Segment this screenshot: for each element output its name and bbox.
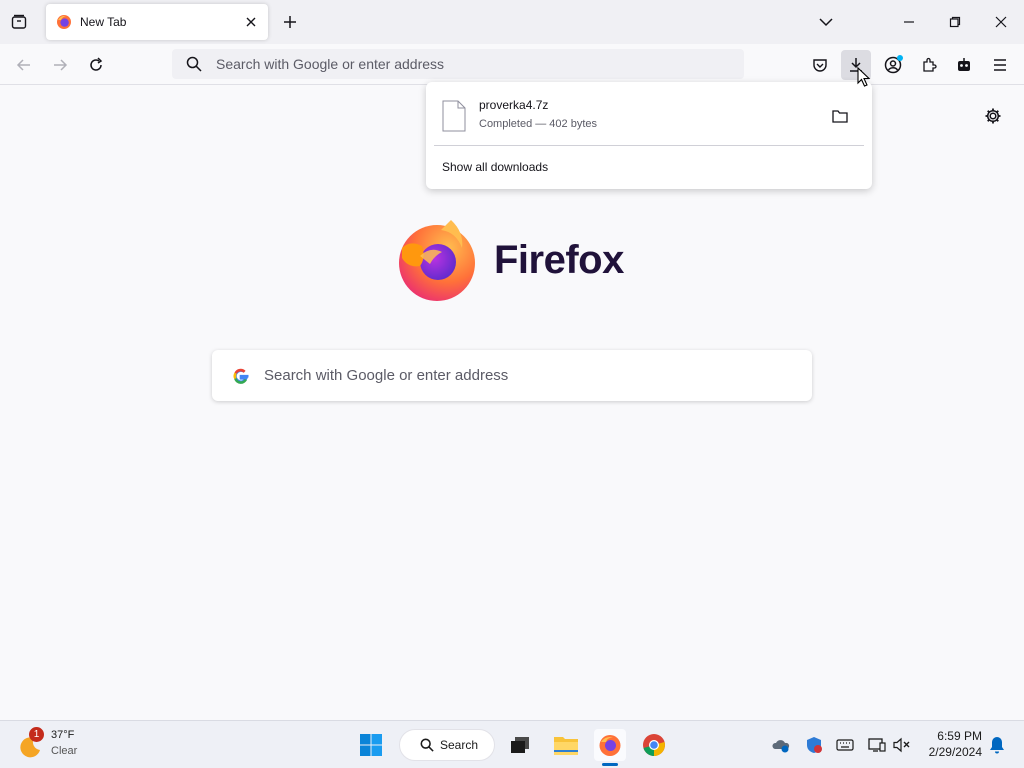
show-all-downloads-button[interactable]: Show all downloads bbox=[442, 160, 548, 174]
chrome-icon[interactable] bbox=[638, 729, 670, 761]
tab-title: New Tab bbox=[80, 15, 127, 29]
search-icon bbox=[186, 56, 202, 72]
display-icon[interactable] bbox=[867, 735, 887, 755]
volume-muted-icon[interactable] bbox=[892, 735, 912, 755]
notification-bell-icon[interactable] bbox=[987, 735, 1007, 755]
account-icon[interactable] bbox=[878, 50, 908, 80]
forward-arrow-icon[interactable] bbox=[47, 52, 73, 78]
firefox-view-icon[interactable] bbox=[8, 11, 30, 33]
firefox-logo-icon bbox=[399, 220, 475, 301]
onedrive-icon[interactable] bbox=[771, 735, 791, 755]
clock-date: 2/29/2024 bbox=[928, 745, 982, 759]
download-item[interactable]: proverka4.7z Completed — 402 bytes bbox=[438, 92, 860, 140]
new-tab-plus-icon[interactable] bbox=[280, 12, 300, 32]
list-all-tabs-chevron-icon[interactable] bbox=[816, 12, 836, 32]
reload-icon[interactable] bbox=[83, 52, 109, 78]
firefox-taskbar-icon[interactable] bbox=[594, 729, 626, 761]
download-status: Completed — 402 bytes bbox=[479, 118, 598, 130]
taskbar-search-label: Search bbox=[440, 738, 479, 752]
divider bbox=[434, 145, 864, 146]
address-bar-placeholder: Search with Google or enter address bbox=[216, 56, 445, 72]
taskbar-search[interactable]: Search bbox=[399, 729, 495, 761]
weather-temperature: 37°F bbox=[51, 729, 75, 741]
minimize-icon[interactable] bbox=[897, 10, 921, 34]
close-tab-icon[interactable] bbox=[242, 13, 260, 31]
close-window-icon[interactable] bbox=[989, 10, 1013, 34]
back-arrow-icon[interactable] bbox=[11, 52, 37, 78]
weather-widget[interactable]: 1 37°F Clear bbox=[16, 727, 96, 763]
weather-alert-badge: 1 bbox=[29, 727, 44, 742]
keyboard-icon[interactable] bbox=[835, 735, 855, 755]
download-filename: proverka4.7z bbox=[479, 98, 549, 112]
windows-security-icon[interactable] bbox=[804, 735, 824, 755]
file-explorer-icon[interactable] bbox=[550, 729, 582, 761]
mouse-pointer-icon bbox=[857, 67, 871, 87]
task-view-icon[interactable] bbox=[504, 729, 536, 761]
robot-extension-icon[interactable] bbox=[949, 50, 979, 80]
clock-time: 6:59 PM bbox=[937, 729, 982, 743]
gear-icon[interactable] bbox=[982, 105, 1004, 127]
hamburger-menu-icon[interactable] bbox=[985, 50, 1015, 80]
file-icon bbox=[442, 100, 466, 132]
firefox-favicon-icon bbox=[57, 15, 71, 29]
tab-strip: New Tab bbox=[0, 0, 1024, 44]
account-notification-dot bbox=[897, 55, 903, 61]
google-g-icon bbox=[233, 368, 249, 384]
pocket-icon[interactable] bbox=[805, 50, 835, 80]
newtab-search-placeholder: Search with Google or enter address bbox=[264, 367, 509, 384]
tab-new-tab[interactable]: New Tab bbox=[46, 4, 268, 40]
weather-condition: Clear bbox=[51, 745, 78, 757]
firefox-wordmark: Firefox bbox=[494, 237, 624, 282]
search-icon bbox=[420, 738, 434, 752]
newtab-search-box[interactable]: Search with Google or enter address bbox=[212, 350, 812, 401]
firefox-brand: Firefox bbox=[396, 218, 624, 302]
windows-start-icon[interactable] bbox=[355, 729, 387, 761]
folder-icon[interactable] bbox=[828, 104, 852, 128]
address-bar[interactable]: Search with Google or enter address bbox=[172, 49, 744, 79]
system-clock[interactable]: 6:59 PM 2/29/2024 bbox=[918, 729, 982, 759]
downloads-panel: proverka4.7z Completed — 402 bytes Show … bbox=[426, 82, 872, 189]
extensions-icon[interactable] bbox=[914, 50, 944, 80]
active-app-indicator bbox=[602, 763, 618, 766]
windows-taskbar: 1 37°F Clear Search 6:59 PM 2/29/2024 bbox=[0, 720, 1024, 768]
restore-icon[interactable] bbox=[943, 10, 967, 34]
